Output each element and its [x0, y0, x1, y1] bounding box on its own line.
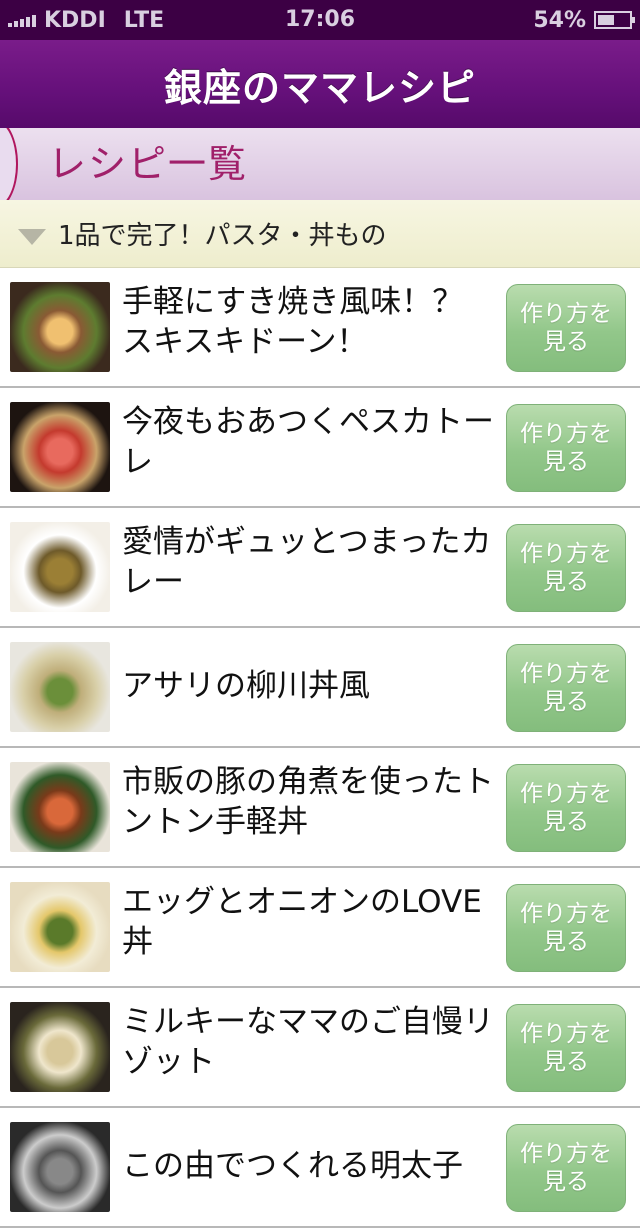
view-recipe-button[interactable]: 作り方を 見る — [506, 524, 626, 612]
view-recipe-button[interactable]: 作り方を 見る — [506, 644, 626, 732]
recipe-row[interactable]: この由でつくれる明太子 作り方を 見る — [0, 1108, 640, 1228]
recipe-row[interactable]: 市販の豚の角煮を使ったトントン手軽丼 作り方を 見る — [0, 748, 640, 868]
recipe-row[interactable]: ミルキーなママのご自慢リゾット 作り方を 見る — [0, 988, 640, 1108]
recipe-title: 愛情がギュッとつまったカレー — [122, 524, 492, 600]
status-bar: KDDI LTE 17:06 54% — [0, 0, 640, 40]
view-recipe-button[interactable]: 作り方を 見る — [506, 284, 626, 372]
recipe-title: 手軽にすき焼き風味！？スキスキドーン！ — [122, 284, 464, 360]
navigation-bar: 銀座のママレシピ — [0, 40, 640, 128]
category-label: 1品で完了！パスタ・丼もの — [58, 221, 387, 251]
view-recipe-button[interactable]: 作り方を 見る — [506, 1124, 626, 1212]
recipe-row[interactable]: 手軽にすき焼き風味！？スキスキドーン！ 作り方を 見る — [0, 268, 640, 388]
status-right: 54% — [533, 0, 635, 40]
recipe-thumbnail — [10, 522, 110, 612]
view-recipe-button[interactable]: 作り方を 見る — [506, 884, 626, 972]
disclosure-triangle-icon — [18, 228, 46, 245]
recipe-row[interactable]: アサリの柳川丼風 作り方を 見る — [0, 628, 640, 748]
recipe-row[interactable]: 愛情がギュッとつまったカレー 作り方を 見る — [0, 508, 640, 628]
recipe-title: アサリの柳川丼風 — [122, 668, 370, 704]
view-recipe-button[interactable]: 作り方を 見る — [506, 764, 626, 852]
recipe-list: 手軽にすき焼き風味！？スキスキドーン！ 作り方を 見る 今夜もおあつくペスカトーレ作… — [0, 268, 640, 1228]
battery-percent: 54% — [533, 7, 586, 33]
view-recipe-button[interactable]: 作り方を 見る — [506, 404, 626, 492]
recipe-title: 今夜もおあつくペスカトーレ — [122, 404, 494, 480]
category-header[interactable]: 1品で完了！パスタ・丼もの — [0, 200, 640, 268]
recipe-thumbnail — [10, 762, 110, 852]
battery-icon — [594, 11, 635, 29]
recipe-title: ミルキーなママのご自慢リゾット — [122, 1004, 494, 1080]
app-title: 銀座のママレシピ — [163, 65, 476, 110]
view-recipe-button[interactable]: 作り方を 見る — [506, 1004, 626, 1092]
recipe-title: この由でつくれる明太子 — [122, 1148, 463, 1184]
section-banner: レシピ一覧 — [0, 128, 640, 200]
recipe-row[interactable]: 今夜もおあつくペスカトーレ 作り方を 見る — [0, 388, 640, 508]
recipe-thumbnail — [10, 642, 110, 732]
recipe-thumbnail — [10, 882, 110, 972]
banner-title: レシピ一覧 — [48, 142, 249, 186]
recipe-thumbnail — [10, 402, 110, 492]
recipe-thumbnail — [10, 282, 110, 372]
recipe-title: エッグとオニオンのLOVE丼 — [122, 884, 482, 960]
recipe-thumbnail — [10, 1002, 110, 1092]
recipe-title: 市販の豚の角煮を使ったトントン手軽丼 — [122, 764, 494, 840]
recipe-row[interactable]: エッグとオニオンのLOVE丼 作り方を 見る — [0, 868, 640, 988]
